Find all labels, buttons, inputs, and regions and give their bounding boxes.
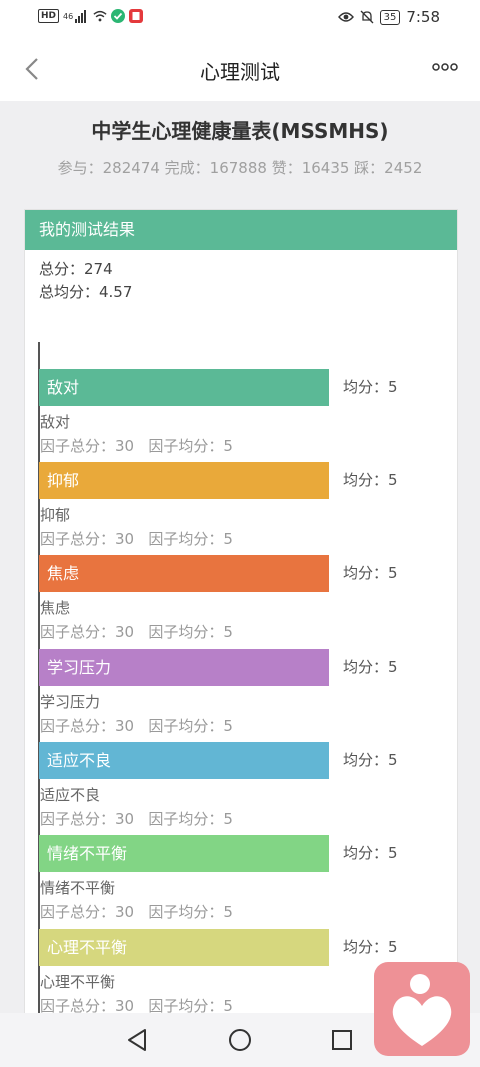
average-score: 总均分：4.57 xyxy=(39,283,133,301)
wifi-icon xyxy=(93,10,107,22)
circle-home-icon[interactable] xyxy=(226,1026,254,1054)
factor-name: 适应不良 xyxy=(40,786,101,804)
factor-item: 情绪不平衡 均分：5 情绪不平衡 因子总分：30 因子均分：5 xyxy=(39,835,459,928)
factor-item: 敌对 均分：5 敌对 因子总分：30 因子均分：5 xyxy=(39,369,459,462)
factor-item: 适应不良 均分：5 适应不良 因子总分：30 因子均分：5 xyxy=(39,742,459,835)
battery-level: 35 xyxy=(379,9,401,25)
factor-detail: 因子总分：30 因子均分：5 xyxy=(40,623,233,641)
result-heading: 我的测试结果 xyxy=(25,210,457,250)
check-app-icon xyxy=(111,9,126,23)
status-right: 35 7:58 xyxy=(337,8,440,26)
factor-bar: 情绪不平衡 xyxy=(39,835,329,872)
more-dots-icon[interactable] xyxy=(432,60,458,74)
status-left: HD 46 xyxy=(38,9,144,23)
clock: 7:58 xyxy=(406,8,440,26)
result-card: 我的测试结果 总分：274 总均分：4.57 敌对 均分：5 敌对 因子总分：3… xyxy=(24,209,459,1062)
triangle-back-icon[interactable] xyxy=(124,1026,152,1054)
factor-average: 均分：5 xyxy=(343,938,398,956)
factor-average: 均分：5 xyxy=(343,564,398,582)
factor-item: 学习压力 均分：5 学习压力 因子总分：30 因子均分：5 xyxy=(39,649,459,742)
result-summary: 总分：274 总均分：4.57 xyxy=(39,258,132,304)
factor-detail: 因子总分：30 因子均分：5 xyxy=(40,810,233,828)
factor-name: 情绪不平衡 xyxy=(40,879,116,897)
factor-bar: 适应不良 xyxy=(39,742,329,779)
content-area: 中学生心理健康量表(MSSMHS) 参与：282474 完成：167888 赞：… xyxy=(0,101,480,1062)
factor-average: 均分：5 xyxy=(343,844,398,862)
factor-detail: 因子总分：30 因子均分：5 xyxy=(40,530,233,548)
hd-indicator: HD xyxy=(38,9,60,23)
eye-icon xyxy=(337,12,354,22)
factor-detail: 因子总分：30 因子均分：5 xyxy=(40,903,233,921)
factor-detail: 因子总分：30 因子均分：5 xyxy=(40,717,233,735)
factor-name: 学习压力 xyxy=(40,693,101,711)
signal-label: 46 xyxy=(63,11,74,21)
title-bar: 心理测试 xyxy=(0,36,480,101)
scale-title: 中学生心理健康量表(MSSMHS) xyxy=(91,119,389,143)
page-title: 心理测试 xyxy=(200,60,280,84)
factor-bar: 抑郁 xyxy=(39,462,329,499)
signal-icon xyxy=(75,10,87,23)
heart-person-icon xyxy=(392,974,452,1046)
factor-name: 敌对 xyxy=(40,413,71,431)
factor-bar: 焦虑 xyxy=(39,555,329,592)
factor-item: 焦虑 均分：5 焦虑 因子总分：30 因子均分：5 xyxy=(39,555,459,648)
floating-heart-button[interactable] xyxy=(374,962,470,1056)
red-app-icon xyxy=(129,9,144,23)
factor-detail: 因子总分：30 因子均分：5 xyxy=(40,437,233,455)
factor-name: 心理不平衡 xyxy=(40,973,116,991)
factor-average: 均分：5 xyxy=(343,751,398,769)
factor-bar: 学习压力 xyxy=(39,649,329,686)
factor-name: 抑郁 xyxy=(40,506,71,524)
factor-average: 均分：5 xyxy=(343,658,398,676)
factor-item: 抑郁 均分：5 抑郁 因子总分：30 因子均分：5 xyxy=(39,462,459,555)
scale-stats: 参与：282474 完成：167888 赞：16435 踩：2452 xyxy=(57,159,423,177)
factor-bar: 心理不平衡 xyxy=(39,929,329,966)
factor-average: 均分：5 xyxy=(343,378,398,396)
factor-name: 焦虑 xyxy=(40,599,71,617)
total-score: 总分：274 xyxy=(39,260,113,278)
factor-bar: 敌对 xyxy=(39,369,329,406)
factor-average: 均分：5 xyxy=(343,471,398,489)
status-bar: HD 46 35 7:58 xyxy=(0,0,480,36)
mute-bell-icon xyxy=(360,10,374,24)
square-recent-icon[interactable] xyxy=(328,1026,356,1054)
